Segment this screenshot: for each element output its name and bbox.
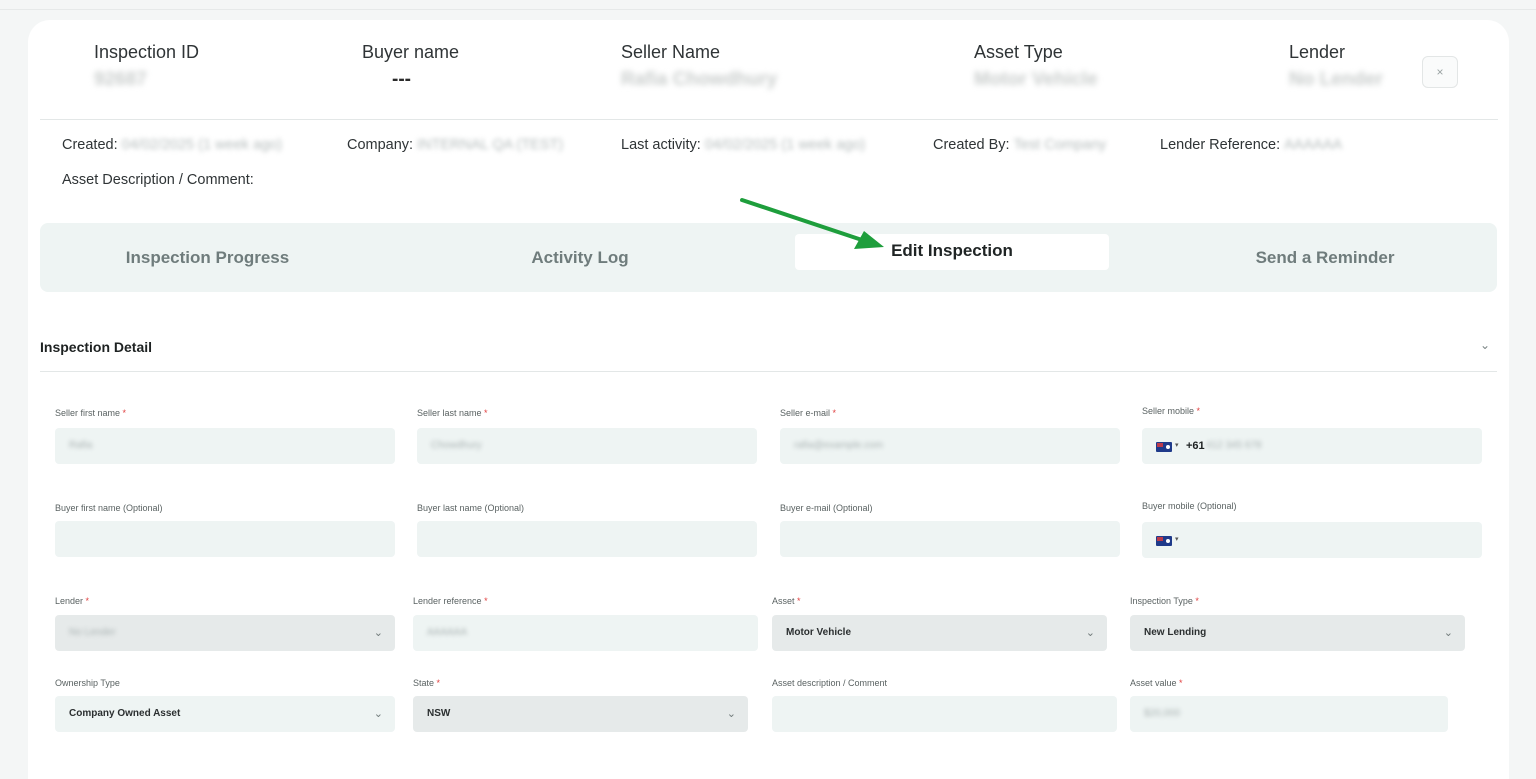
caret-down-icon[interactable]: ▾	[1175, 428, 1179, 464]
field-value: Chowdhury	[431, 440, 482, 451]
field-value: $20,000	[1144, 708, 1181, 719]
state-select[interactable]: NSW ⌄	[413, 696, 748, 732]
header-lender: Lender No Lender	[1289, 42, 1419, 95]
label-lender-reference: Lender reference *	[413, 596, 488, 606]
meta-created: Created: 04/02/2025 (1 week ago)	[62, 137, 282, 153]
dial-code: +61	[1186, 440, 1205, 452]
inspection-type-select[interactable]: New Lending ⌄	[1130, 615, 1465, 651]
field-value: New Lending	[1144, 627, 1207, 638]
label-seller-last-name: Seller last name *	[417, 408, 488, 418]
label-buyer-mobile: Buyer mobile (Optional)	[1142, 501, 1237, 511]
meta-label: Created By:	[933, 137, 1010, 153]
tab-activity-log[interactable]: Activity Log	[425, 223, 735, 292]
label-buyer-last-name: Buyer last name (Optional)	[417, 503, 525, 513]
meta-label: Company:	[347, 137, 414, 153]
chevron-down-icon: ⌄	[726, 708, 736, 720]
header-value: 92687	[94, 69, 147, 90]
meta-company: Company: INTERNAL QA (TEST)	[347, 137, 563, 153]
label-seller-mobile: Seller mobile *	[1142, 406, 1201, 416]
seller-mobile-field[interactable]: ▾ +61 412 345 678	[1142, 428, 1482, 464]
meta-value: INTERNAL QA (TEST)	[417, 137, 564, 153]
field-value: AAAAAA	[427, 627, 468, 638]
meta-value: Test Company	[1013, 137, 1107, 153]
label-buyer-email: Buyer e-mail (Optional)	[780, 503, 873, 513]
header-label: Buyer name	[362, 42, 460, 62]
header-buyer-name: Buyer name ---	[362, 42, 622, 95]
header-value: No Lender	[1289, 69, 1383, 90]
header-value: ---	[392, 69, 411, 90]
close-icon[interactable]: ×	[1422, 56, 1458, 88]
chevron-down-icon: ⌄	[373, 708, 383, 720]
asset-value-field[interactable]: $20,000	[1130, 696, 1448, 732]
inspection-card	[28, 20, 1509, 779]
label-buyer-first-name: Buyer first name (Optional)	[55, 503, 163, 513]
label-ownership-type: Ownership Type	[55, 678, 120, 688]
meta-asset-description: Asset Description / Comment:	[62, 172, 254, 188]
asset-description-field[interactable]	[772, 696, 1117, 732]
buyer-first-name-field[interactable]	[55, 521, 395, 557]
lender-select[interactable]: No Lender ⌄	[55, 615, 395, 651]
header-value: Rafia Chowdhury	[621, 69, 778, 90]
header-label: Seller Name	[621, 42, 721, 62]
label-seller-email: Seller e-mail *	[780, 408, 837, 418]
meta-label: Created:	[62, 137, 118, 153]
label-lender: Lender *	[55, 596, 90, 606]
meta-last-activity: Last activity: 04/02/2025 (1 week ago)	[621, 137, 865, 153]
section-divider	[40, 371, 1497, 372]
field-value: NSW	[427, 708, 451, 719]
buyer-last-name-field[interactable]	[417, 521, 757, 557]
label-asset-description: Asset description / Comment	[772, 678, 888, 688]
chevron-down-icon: ⌄	[1443, 627, 1453, 639]
chevron-down-icon: ⌄	[373, 627, 383, 639]
header-value: Motor Vehicle	[974, 69, 1098, 90]
field-value: Rafia	[69, 440, 93, 451]
label-asset-value: Asset value *	[1130, 678, 1183, 688]
header-label: Asset Type	[974, 42, 1063, 62]
top-divider	[0, 9, 1536, 10]
australia-flag-icon[interactable]	[1156, 442, 1172, 452]
ownership-type-select[interactable]: Company Owned Asset ⌄	[55, 696, 395, 732]
buyer-email-field[interactable]	[780, 521, 1120, 557]
meta-lender-reference: Lender Reference: AAAAAA	[1160, 137, 1342, 153]
tab-bar: Inspection Progress Activity Log Edit In…	[40, 223, 1497, 292]
seller-first-name-field[interactable]: Rafia	[55, 428, 395, 464]
chevron-down-icon[interactable]: ⌄	[1480, 338, 1490, 352]
meta-created-by: Created By: Test Company	[933, 137, 1106, 153]
header-asset-type: Asset Type Motor Vehicle	[974, 42, 1234, 95]
label-inspection-type: Inspection Type *	[1130, 596, 1199, 606]
meta-value: 04/02/2025 (1 week ago)	[121, 137, 283, 153]
meta-label: Last activity:	[621, 137, 701, 153]
field-value: 412 345 678	[1206, 440, 1262, 451]
header-label: Inspection ID	[94, 42, 200, 62]
meta-value: 04/02/2025 (1 week ago)	[704, 137, 866, 153]
meta-label: Lender Reference:	[1160, 137, 1281, 153]
header-inspection-id: Inspection ID 92687	[94, 42, 354, 95]
header-label: Lender	[1289, 42, 1346, 62]
tab-send-reminder[interactable]: Send a Reminder	[1170, 223, 1480, 292]
meta-value: AAAAAA	[1284, 137, 1343, 153]
field-value: Company Owned Asset	[69, 708, 181, 719]
chevron-down-icon: ⌄	[1085, 627, 1095, 639]
asset-select[interactable]: Motor Vehicle ⌄	[772, 615, 1107, 651]
field-value: Motor Vehicle	[786, 627, 852, 638]
lender-reference-field[interactable]: AAAAAA	[413, 615, 758, 651]
field-value: rafia@example.com	[794, 440, 884, 451]
label-asset: Asset *	[772, 596, 801, 606]
header-divider	[40, 119, 1498, 120]
seller-last-name-field[interactable]: Chowdhury	[417, 428, 757, 464]
tab-inspection-progress[interactable]: Inspection Progress	[40, 223, 375, 292]
seller-email-field[interactable]: rafia@example.com	[780, 428, 1120, 464]
label-seller-first-name: Seller first name *	[55, 408, 127, 418]
australia-flag-icon[interactable]	[1156, 536, 1172, 546]
header-seller-name: Seller Name Rafia Chowdhury	[621, 42, 881, 95]
label-state: State *	[413, 678, 441, 688]
field-value: No Lender	[69, 627, 116, 638]
section-title: Inspection Detail	[40, 339, 153, 355]
caret-down-icon[interactable]: ▾	[1175, 522, 1179, 558]
buyer-mobile-field[interactable]: ▾	[1142, 522, 1482, 558]
tab-edit-inspection[interactable]: Edit Inspection	[795, 234, 1109, 270]
